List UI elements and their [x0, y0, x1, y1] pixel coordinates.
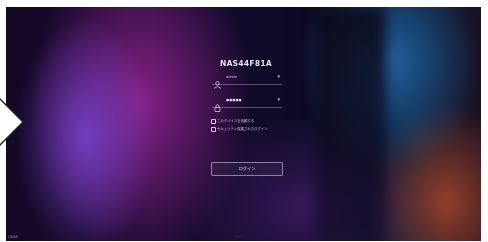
username-value: admin: [226, 75, 238, 79]
checkbox-box[interactable]: [211, 127, 216, 132]
login-button[interactable]: ログイン: [211, 162, 283, 176]
username-field[interactable]: admin ▾: [212, 73, 282, 89]
arrow-right-icon: [0, 100, 22, 144]
secure-login-label: セキュリティ保護されたログイン: [217, 127, 268, 131]
secure-login-checkbox[interactable]: セキュリティ保護されたログイン: [211, 126, 301, 133]
user-icon: [214, 74, 221, 89]
trust-device-checkbox[interactable]: このデバイスを信頼する: [211, 118, 301, 125]
device-hostname: NAS44F81A: [220, 59, 272, 68]
password-field[interactable]: ●●●●● ▾: [212, 96, 282, 112]
login-background: NAS44F81A admin ▾ ●●●●● ▾ このデバイスを信頼する セキ…: [6, 7, 481, 241]
login-panel: NAS44F81A admin ▾ ●●●●● ▾ このデバイスを信頼する セキ…: [6, 7, 481, 241]
show-password-icon[interactable]: ▾: [277, 97, 280, 103]
brand-text: QNAP: [8, 235, 19, 239]
chevron-down-icon[interactable]: ▾: [277, 74, 280, 80]
trust-device-label: このデバイスを信頼する: [217, 119, 255, 123]
checkbox-box[interactable]: [211, 119, 216, 124]
lock-icon: [214, 97, 221, 112]
footer-dots: · · ·: [236, 235, 242, 239]
password-value: ●●●●●: [226, 98, 242, 102]
